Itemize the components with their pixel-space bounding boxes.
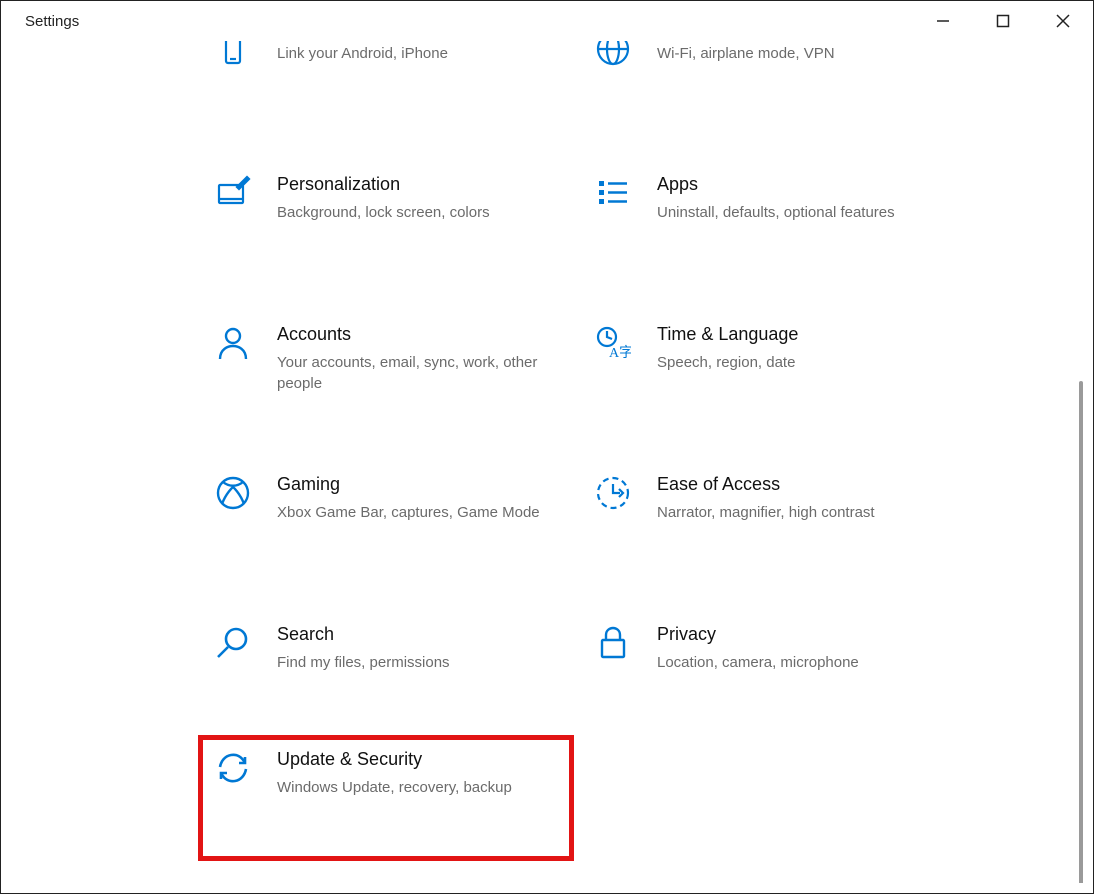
tile-search[interactable]: Search Find my files, permissions xyxy=(201,613,571,738)
tile-desc: Xbox Game Bar, captures, Game Mode xyxy=(277,502,559,524)
tile-time-language[interactable]: A字 Time & Language Speech, region, date xyxy=(581,313,951,463)
tile-desc: Narrator, magnifier, high contrast xyxy=(657,502,939,524)
globe-icon xyxy=(593,41,633,67)
svg-text:A字: A字 xyxy=(609,345,631,361)
tile-personalization[interactable]: Personalization Background, lock screen,… xyxy=(201,163,571,313)
tile-network[interactable]: Wi-Fi, airplane mode, VPN xyxy=(581,41,951,93)
tile-update-security[interactable]: Update & Security Windows Update, recove… xyxy=(201,738,571,858)
tile-title: Time & Language xyxy=(657,323,939,346)
tile-privacy[interactable]: Privacy Location, camera, microphone xyxy=(581,613,951,738)
tile-desc: Background, lock screen, colors xyxy=(277,202,559,224)
ease-of-access-icon xyxy=(593,473,633,603)
minimize-button[interactable] xyxy=(913,1,973,41)
tile-desc: Wi-Fi, airplane mode, VPN xyxy=(657,43,939,65)
close-icon xyxy=(1056,14,1070,28)
apps-list-icon xyxy=(593,173,633,303)
person-icon xyxy=(213,323,253,453)
maximize-button[interactable] xyxy=(973,1,1033,41)
tile-desc: Your accounts, email, sync, work, other … xyxy=(277,352,559,396)
search-icon xyxy=(213,623,253,728)
tile-desc: Windows Update, recovery, backup xyxy=(277,777,559,799)
tile-desc: Speech, region, date xyxy=(657,352,939,374)
phone-icon xyxy=(213,41,253,67)
window-controls xyxy=(913,1,1093,41)
tile-desc: Location, camera, microphone xyxy=(657,652,939,674)
lock-icon xyxy=(593,623,633,728)
tile-desc: Find my files, permissions xyxy=(277,652,559,674)
tile-ease-of-access[interactable]: Ease of Access Narrator, magnifier, high… xyxy=(581,463,951,613)
vertical-scrollbar[interactable] xyxy=(1079,381,1083,883)
tile-title: Personalization xyxy=(277,173,559,196)
settings-grid: Link your Android, iPhone Wi-Fi, airplan… xyxy=(201,41,961,858)
tile-title: Update & Security xyxy=(277,748,559,771)
minimize-icon xyxy=(936,14,950,28)
tile-title: Ease of Access xyxy=(657,473,939,496)
tile-gaming[interactable]: Gaming Xbox Game Bar, captures, Game Mod… xyxy=(201,463,571,613)
paintbrush-icon xyxy=(213,173,253,303)
tile-title: Accounts xyxy=(277,323,559,346)
tile-title: Apps xyxy=(657,173,939,196)
close-button[interactable] xyxy=(1033,1,1093,41)
time-language-icon: A字 xyxy=(593,323,633,453)
sync-icon xyxy=(213,748,253,848)
tile-title: Search xyxy=(277,623,559,646)
maximize-icon xyxy=(996,14,1010,28)
window-title: Settings xyxy=(25,13,79,30)
tile-phone[interactable]: Link your Android, iPhone xyxy=(201,41,571,93)
tile-accounts[interactable]: Accounts Your accounts, email, sync, wor… xyxy=(201,313,571,463)
tile-title: Gaming xyxy=(277,473,559,496)
content-area: Link your Android, iPhone Wi-Fi, airplan… xyxy=(1,41,1083,883)
xbox-icon xyxy=(213,473,253,603)
tile-apps[interactable]: Apps Uninstall, defaults, optional featu… xyxy=(581,163,951,313)
tile-title: Privacy xyxy=(657,623,939,646)
tile-desc: Uninstall, defaults, optional features xyxy=(657,202,939,224)
tile-desc: Link your Android, iPhone xyxy=(277,43,559,65)
